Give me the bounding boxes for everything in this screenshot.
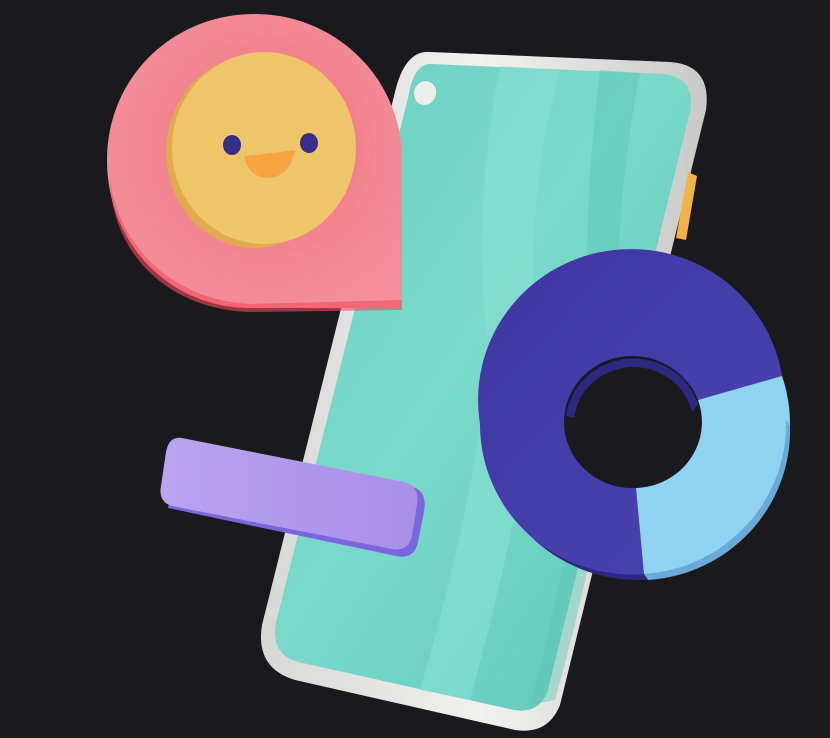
- location-pin: [107, 14, 402, 312]
- left-eye-icon: [223, 135, 241, 155]
- illustration-canvas: [0, 0, 830, 738]
- right-eye-icon: [300, 133, 318, 153]
- donut-chart: [478, 249, 791, 580]
- illustration-scene: [107, 14, 791, 731]
- donut-hole: [564, 356, 700, 488]
- smiley-face-icon: [172, 52, 356, 244]
